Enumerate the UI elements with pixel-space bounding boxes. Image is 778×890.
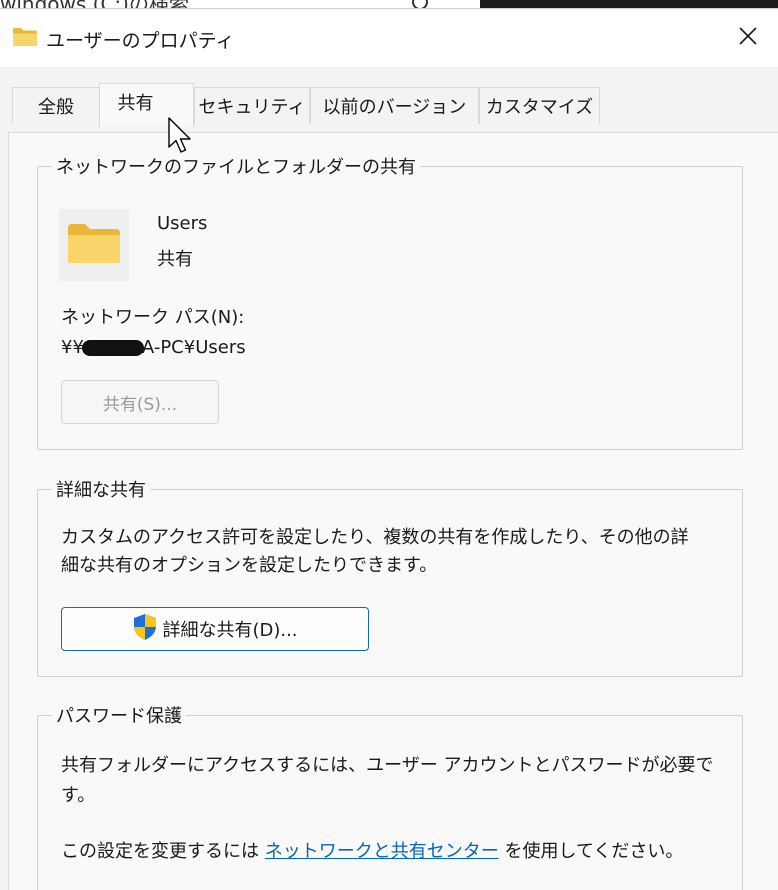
tab-security[interactable]: セキュリティ: [194, 87, 310, 124]
password-protection-legend: パスワード保護: [52, 702, 186, 728]
title-bar: ユーザーのプロパティ: [0, 9, 778, 67]
network-path-label: ネットワーク パス(N):: [61, 307, 245, 328]
network-path-prefix: ¥¥: [61, 337, 84, 358]
folder-icon: [12, 27, 38, 47]
password-description-line2: す。: [61, 785, 96, 806]
change-setting-suffix: を使用してください。: [504, 841, 684, 862]
sharing-tab-panel: ネットワークのファイルとフォルダーの共有 Users 共有 ネットワーク パス(…: [8, 132, 778, 890]
network-path-value: ¥¥ A-PC¥Users: [61, 337, 246, 358]
close-button[interactable]: [722, 15, 774, 61]
tab-customize-label: カスタマイズ: [485, 97, 594, 118]
change-setting-prefix: この設定を変更するには: [61, 841, 259, 862]
tab-previous-versions[interactable]: 以前のバージョン: [310, 87, 479, 124]
folder-name: Users: [157, 213, 208, 234]
network-path-suffix: A-PC¥Users: [141, 337, 246, 358]
share-status: 共有: [157, 249, 193, 270]
change-setting-sentence: この設定を変更するには ネットワークと共有センター を使用してください。: [61, 837, 683, 863]
network-sharing-center-link[interactable]: ネットワークと共有センター: [265, 841, 499, 862]
advanced-sharing-button[interactable]: 詳細な共有(D)...: [61, 607, 369, 651]
folder-tile: [59, 209, 129, 281]
uac-shield-icon: [132, 613, 158, 646]
advanced-sharing-description-line2: 細な共有のオプションを設定したりできます。: [61, 555, 438, 576]
tab-security-label: セキュリティ: [198, 97, 306, 118]
network-sharing-legend: ネットワークのファイルとフォルダーの共有: [52, 153, 420, 179]
advanced-sharing-description-line1: カスタムのアクセス許可を設定したり、複数の共有を作成したり、その他の詳: [61, 527, 689, 548]
tab-customize[interactable]: カスタマイズ: [479, 87, 600, 124]
password-description-line1: 共有フォルダーにアクセスするには、ユーザー アカウントとパスワードが必要で: [61, 755, 714, 776]
tab-general-label: 全般: [38, 97, 74, 118]
tab-sharing-label: 共有: [117, 92, 154, 114]
share-button[interactable]: 共有(S)...: [61, 380, 219, 424]
tab-general[interactable]: 全般: [12, 87, 100, 124]
share-button-label: 共有(S)...: [102, 394, 178, 415]
properties-dialog: ユーザーのプロパティ 全般 共有 セキュリティ 以前のバージョン カスタマイズ: [0, 8, 778, 890]
password-protection-group: パスワード保護: [37, 702, 743, 890]
advanced-sharing-legend: 詳細な共有: [52, 476, 150, 502]
tab-previous-versions-label: 以前のバージョン: [322, 97, 467, 118]
close-icon: [738, 26, 758, 50]
mouse-pointer-icon: [168, 117, 194, 159]
advanced-sharing-button-label: 詳細な共有(D)...: [162, 620, 298, 641]
dialog-title: ユーザーのプロパティ: [46, 30, 235, 52]
tab-strip: 全般 共有 セキュリティ 以前のバージョン カスタマイズ: [0, 67, 778, 133]
redacted-computer-name: [81, 340, 144, 356]
folder-icon: [67, 222, 121, 268]
